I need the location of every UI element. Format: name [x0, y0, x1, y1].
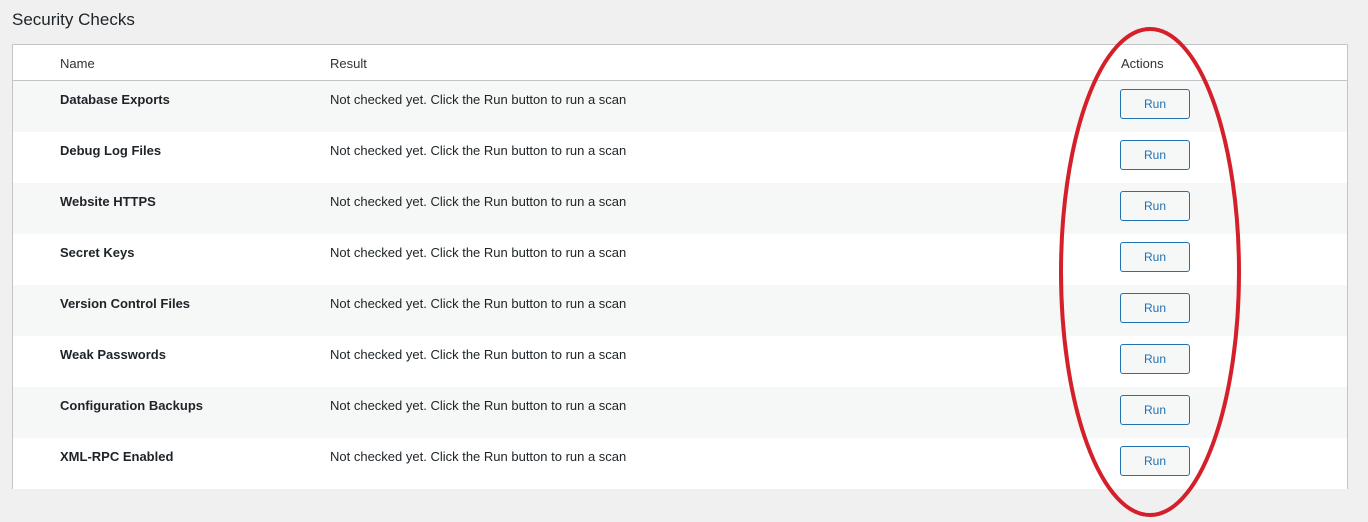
table-row: Secret Keys Not checked yet. Click the R… [13, 234, 1347, 285]
table-row: Database Exports Not checked yet. Click … [13, 81, 1347, 132]
security-checks-table: Name Result Actions Database Exports Not… [12, 44, 1348, 489]
check-name: Secret Keys [60, 245, 135, 260]
check-name: XML-RPC Enabled [60, 449, 174, 464]
run-button[interactable]: Run [1120, 191, 1190, 221]
table-row: Configuration Backups Not checked yet. C… [13, 387, 1347, 438]
run-button[interactable]: Run [1120, 293, 1190, 323]
check-result: Not checked yet. Click the Run button to… [330, 398, 627, 413]
column-header-result: Result [330, 56, 367, 71]
column-header-actions: Actions [1121, 56, 1164, 71]
table-row: Website HTTPS Not checked yet. Click the… [13, 183, 1347, 234]
check-name: Debug Log Files [60, 143, 162, 158]
run-button[interactable]: Run [1120, 446, 1190, 476]
check-result: Not checked yet. Click the Run button to… [330, 449, 627, 464]
check-result: Not checked yet. Click the Run button to… [330, 245, 627, 260]
run-button[interactable]: Run [1120, 395, 1190, 425]
run-button[interactable]: Run [1120, 242, 1190, 272]
check-result: Not checked yet. Click the Run button to… [330, 92, 627, 107]
check-name: Configuration Backups [60, 398, 204, 413]
check-result: Not checked yet. Click the Run button to… [330, 296, 627, 311]
check-result: Not checked yet. Click the Run button to… [330, 194, 627, 209]
check-name: Weak Passwords [60, 347, 166, 362]
table-row: XML-RPC Enabled Not checked yet. Click t… [13, 438, 1347, 489]
check-name: Database Exports [60, 92, 170, 107]
run-button[interactable]: Run [1120, 89, 1190, 119]
check-name: Website HTTPS [60, 194, 156, 209]
table-header: Name Result Actions [13, 45, 1347, 81]
check-result: Not checked yet. Click the Run button to… [330, 347, 627, 362]
table-row: Weak Passwords Not checked yet. Click th… [13, 336, 1347, 387]
check-result: Not checked yet. Click the Run button to… [330, 143, 627, 158]
table-row: Version Control Files Not checked yet. C… [13, 285, 1347, 336]
run-button[interactable]: Run [1120, 140, 1190, 170]
section-title: Security Checks [12, 10, 135, 29]
table-row: Debug Log Files Not checked yet. Click t… [13, 132, 1347, 183]
column-header-name: Name [60, 56, 95, 71]
check-name: Version Control Files [60, 296, 191, 311]
table-body: Database Exports Not checked yet. Click … [13, 81, 1347, 489]
run-button[interactable]: Run [1120, 344, 1190, 374]
